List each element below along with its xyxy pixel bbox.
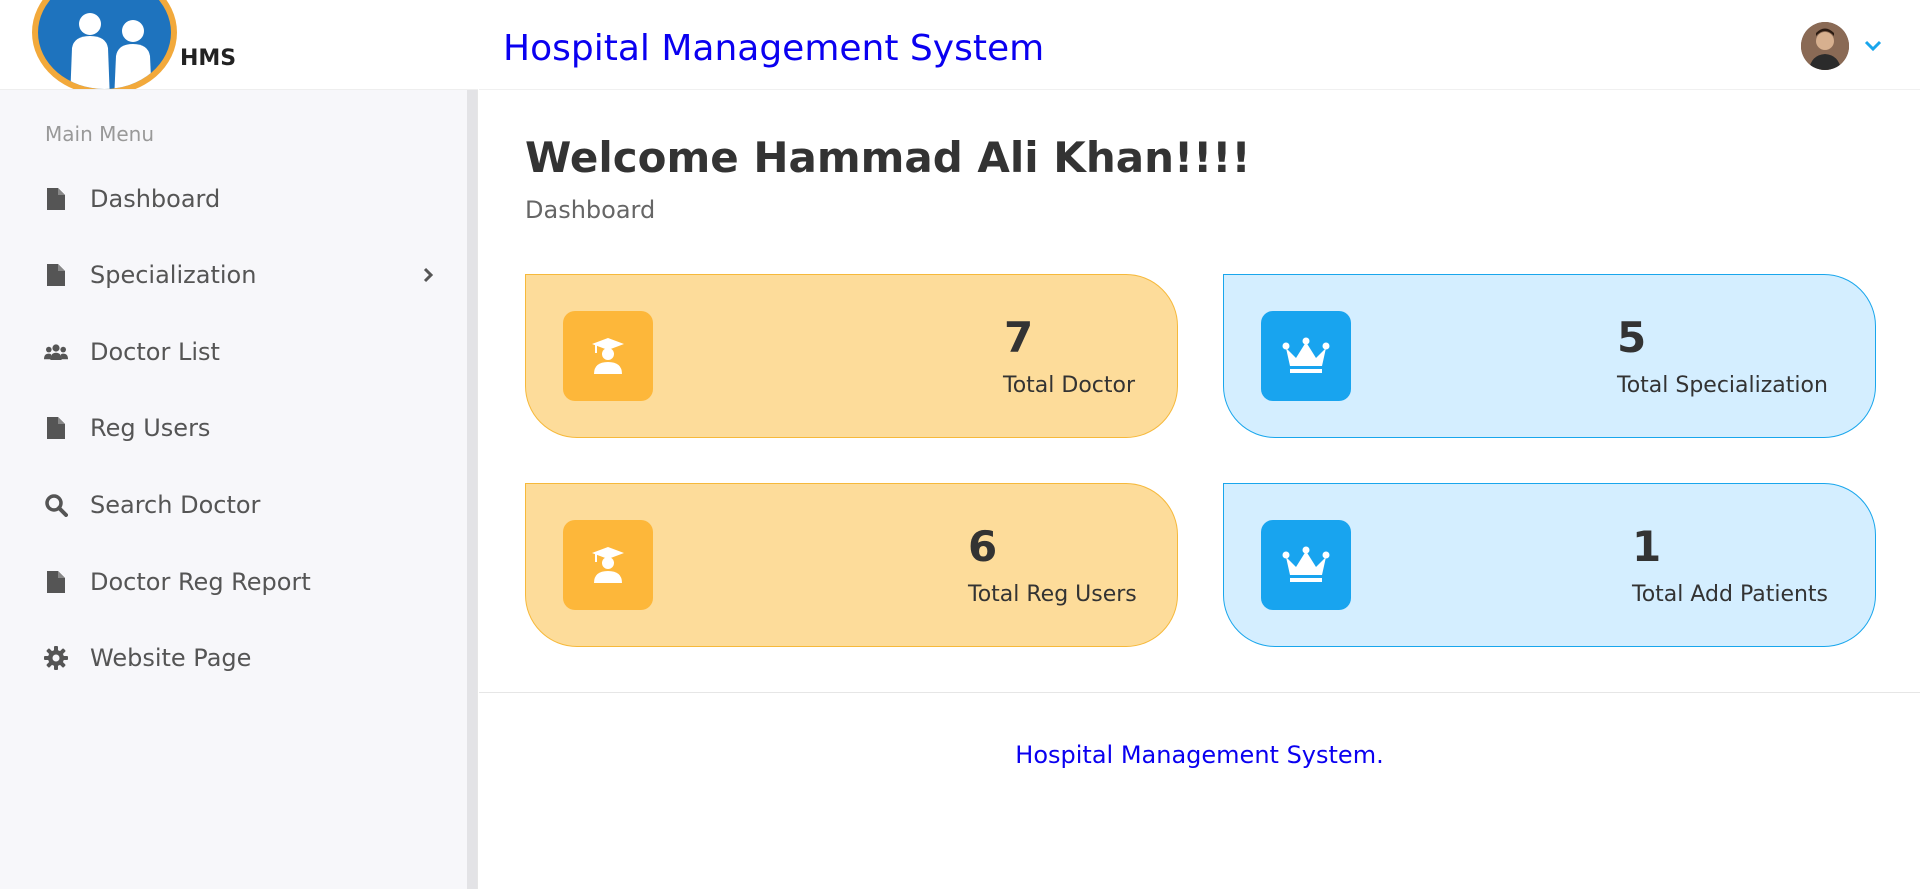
graduate-icon	[563, 520, 653, 610]
sidebar-item-label: Search Doctor	[90, 491, 261, 519]
stat-label: Total Reg Users	[968, 582, 1137, 607]
sidebar-item-doctor-list[interactable]: Doctor List	[0, 326, 460, 378]
sidebar-item-search-doctor[interactable]: Search Doctor	[0, 479, 460, 531]
crown-icon	[1261, 520, 1351, 610]
stat-value: 6	[968, 522, 998, 571]
stat-card-total-doctor[interactable]: 7 Total Doctor	[525, 274, 1178, 438]
sidebar-item-label: Specialization	[90, 261, 257, 289]
stat-label: Total Doctor	[1003, 373, 1135, 398]
top-header: Hospital Management System	[479, 0, 1920, 90]
avatar[interactable]	[1801, 22, 1849, 70]
sidebar-item-website-page[interactable]: Website Page	[0, 632, 460, 684]
stat-card-total-specialization[interactable]: 5 Total Specialization	[1223, 274, 1876, 438]
file-icon	[44, 263, 68, 287]
sidebar-item-doctor-reg-report[interactable]: Doctor Reg Report	[0, 556, 460, 608]
stat-card-total-reg-users[interactable]: 6 Total Reg Users	[525, 483, 1178, 647]
footer-text: Hospital Management System.	[1015, 741, 1384, 769]
stat-value: 5	[1617, 313, 1647, 362]
content-divider	[479, 692, 1920, 693]
crown-icon	[1261, 311, 1351, 401]
stat-value: 1	[1632, 522, 1662, 571]
sidebar: HMS Main Menu Dashboard Specialization D…	[0, 0, 478, 889]
stat-label: Total Specialization	[1617, 373, 1828, 398]
doctors-logo	[32, 0, 177, 89]
logo-area[interactable]: HMS	[0, 0, 478, 90]
sidebar-scrollbar[interactable]	[467, 90, 477, 889]
breadcrumb: Dashboard	[525, 196, 656, 224]
sidebar-item-specialization[interactable]: Specialization	[0, 249, 460, 301]
sidebar-item-label: Reg Users	[90, 414, 211, 442]
sidebar-item-label: Doctor Reg Report	[90, 568, 311, 596]
file-icon	[44, 570, 68, 594]
file-icon	[44, 416, 68, 440]
sidebar-item-label: Dashboard	[90, 185, 221, 213]
welcome-heading: Welcome Hammad Ali Khan!!!!	[525, 133, 1251, 182]
app-title: Hospital Management System	[503, 28, 1045, 69]
users-icon	[44, 340, 68, 364]
sidebar-item-reg-users[interactable]: Reg Users	[0, 402, 460, 454]
chevron-right-icon	[418, 265, 438, 285]
stat-value: 7	[1004, 313, 1034, 362]
sidebar-item-label: Website Page	[90, 644, 252, 672]
gear-icon	[44, 646, 68, 670]
search-icon	[44, 493, 68, 517]
sidebar-item-label: Doctor List	[90, 338, 220, 366]
graduate-icon	[563, 311, 653, 401]
stat-label: Total Add Patients	[1632, 582, 1829, 607]
chevron-down-icon[interactable]	[1861, 36, 1885, 56]
logo-text: HMS	[180, 46, 237, 71]
sidebar-item-dashboard[interactable]: Dashboard	[0, 173, 460, 225]
menu-section-title: Main Menu	[45, 122, 155, 146]
file-icon	[44, 187, 68, 211]
stat-card-total-add-patients[interactable]: 1 Total Add Patients	[1223, 483, 1876, 647]
